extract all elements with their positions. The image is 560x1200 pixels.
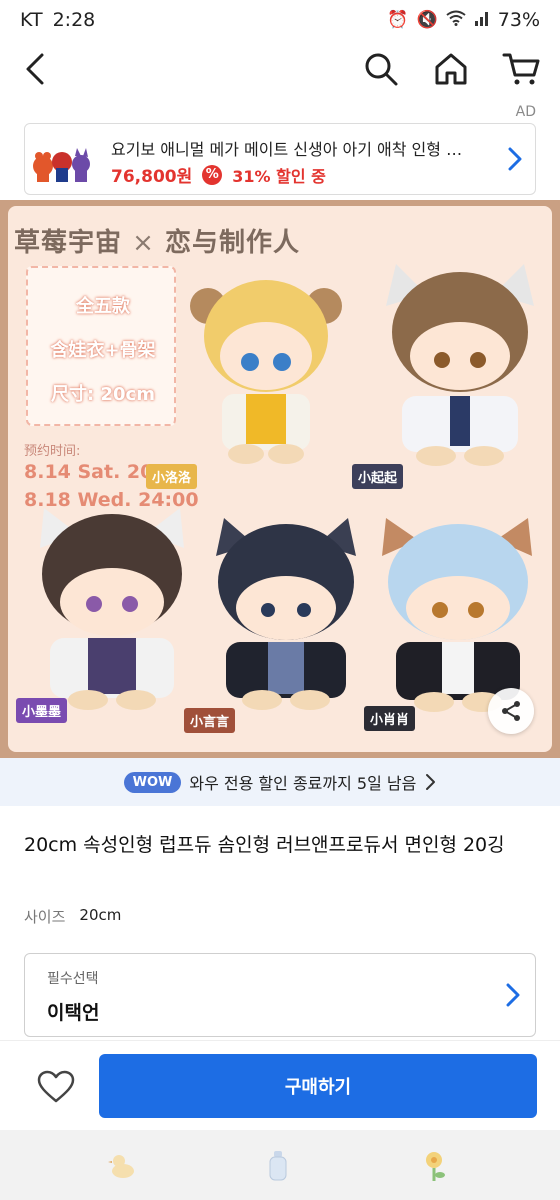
system-nav	[0, 1130, 560, 1200]
preorder-label: 预约时间:	[24, 444, 81, 459]
heart-icon	[37, 1070, 75, 1103]
chevron-left-icon	[26, 53, 44, 85]
bottle-icon	[269, 1151, 287, 1181]
search-button[interactable]	[358, 46, 404, 92]
collab-times: ×	[132, 228, 155, 258]
doll-name-tag: 小墨墨	[16, 698, 68, 723]
ad-thumbnail	[31, 130, 93, 188]
signal-icon	[474, 10, 490, 31]
back-button[interactable]	[12, 46, 58, 92]
chevron-right-icon	[506, 983, 520, 1007]
clock-text: 2:28	[52, 9, 96, 31]
collab-name: 恋与制作人	[164, 228, 300, 258]
wow-discount-bar[interactable]: WOW 와우 전용 할인 종료까지 5일 남음	[0, 758, 560, 806]
battery-text: 73%	[497, 9, 540, 31]
chevron-right-icon	[426, 774, 436, 790]
purchase-bar: 구매하기	[0, 1040, 560, 1130]
info-line-size: 尺寸: 20cm	[51, 384, 155, 405]
chevron-right-icon	[508, 147, 522, 171]
home-icon	[435, 53, 467, 85]
ad-arrow-button[interactable]	[507, 146, 523, 176]
doll-name-tag: 小言言	[184, 708, 236, 733]
option-arrow[interactable]	[505, 982, 521, 1012]
ad-price: 76,800원	[111, 167, 193, 187]
cart-button[interactable]	[498, 46, 544, 92]
doll-image-xiaoxiao	[382, 518, 532, 712]
wishlist-button[interactable]	[28, 1061, 84, 1113]
doll-name-tag: 小肖肖	[364, 706, 416, 731]
brand-title: 草莓宇宙 × 恋与制作人	[14, 222, 300, 259]
info-line-count: 全五款	[76, 296, 130, 317]
home-button[interactable]	[428, 46, 474, 92]
wifi-icon	[446, 10, 466, 31]
size-label: 사이즈	[24, 908, 66, 926]
product-image[interactable]: 草莓宇宙 × 恋与制作人 全五款 含娃衣+骨架 尺寸: 20cm 预约时间: 8…	[0, 200, 560, 758]
wow-badge: WOW	[123, 771, 182, 793]
status-bar: KT 2:28 ⏰ 🔇 73%	[0, 0, 560, 40]
plush-toys-image	[33, 148, 90, 182]
buy-button[interactable]: 구매하기	[99, 1054, 537, 1118]
flower-icon	[426, 1152, 445, 1181]
option-value: 이택언	[47, 1002, 100, 1024]
ad-title: 요기보 애니멀 메가 메이트 신생아 아기 애착 인형 …	[111, 140, 463, 159]
search-icon	[365, 53, 398, 86]
discount-icon: %	[202, 164, 223, 185]
ad-label: AD	[515, 104, 536, 120]
brand-name: 草莓宇宙	[14, 228, 123, 258]
cart-icon	[502, 53, 540, 85]
option-label: 필수선택	[47, 971, 99, 987]
doll-image-yanyan	[216, 518, 356, 710]
bottle-app-button[interactable]	[260, 1148, 296, 1184]
mute-icon: 🔇	[416, 10, 438, 30]
product-title: 20cm 속성인형 럽프듀 솜인형 러브앤프로듀서 면인형 20깅	[24, 834, 505, 856]
info-panel: 全五款 含娃衣+骨架 尺寸: 20cm	[26, 266, 176, 426]
option-selector[interactable]: 필수선택 이택언	[24, 953, 536, 1037]
duck-icon	[108, 1155, 134, 1178]
doll-image-momo	[40, 508, 184, 710]
carrier-text: KT	[20, 9, 43, 31]
doll-image-luoluo	[190, 280, 342, 464]
doll-name-tag: 小洛洛	[146, 464, 198, 489]
top-nav	[0, 40, 560, 98]
ad-banner[interactable]: 요기보 애니멀 메가 메이트 신생아 아기 애착 인형 … 76,800원 % …	[24, 123, 536, 195]
duck-app-button[interactable]	[104, 1148, 140, 1184]
info-line-contents: 含娃衣+骨架	[50, 340, 156, 361]
share-button[interactable]	[488, 688, 534, 734]
wow-text: 와우 전용 할인 종료까지 5일 남음	[189, 774, 417, 793]
size-row: 사이즈 20cm	[24, 906, 121, 927]
ad-discount: 31% 할인 중	[232, 166, 326, 186]
share-icon	[502, 701, 520, 721]
flower-app-button[interactable]	[416, 1148, 452, 1184]
size-value: 20cm	[79, 906, 122, 924]
doll-image-qiqi	[386, 264, 534, 466]
alarm-icon: ⏰	[387, 10, 409, 30]
doll-name-tag: 小起起	[352, 464, 404, 489]
